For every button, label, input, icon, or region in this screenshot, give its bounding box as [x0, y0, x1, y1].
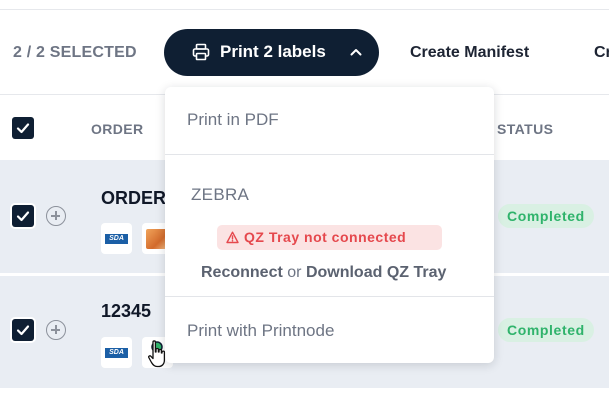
- checkmark-icon: [16, 211, 30, 222]
- orders-page: 2 / 2 SELECTED Print 2 labels Create Man…: [0, 0, 609, 413]
- checkmark-icon: [16, 325, 30, 336]
- reconnect-link[interactable]: Reconnect: [201, 264, 283, 281]
- select-all-checkbox[interactable]: [12, 117, 34, 139]
- checkmark-icon: [16, 123, 30, 134]
- status-badge: Completed: [498, 318, 594, 342]
- printer-icon: [192, 43, 210, 61]
- expand-row-icon[interactable]: [46, 320, 66, 340]
- menu-divider: [165, 296, 494, 297]
- qz-tray-actions: Reconnect or Download QZ Tray: [201, 264, 446, 282]
- column-header-order[interactable]: ORDER: [91, 121, 144, 137]
- carrier-logo-text: SDA: [105, 348, 128, 358]
- or-text: or: [287, 264, 302, 281]
- order-number[interactable]: 12345: [101, 301, 151, 322]
- download-qz-tray-link[interactable]: Download QZ Tray: [306, 264, 446, 281]
- order-number[interactable]: ORDER: [101, 188, 166, 209]
- create-manifest-button[interactable]: Create Manifest: [410, 44, 529, 62]
- expand-row-icon[interactable]: [46, 206, 66, 226]
- print-pdf-option[interactable]: Print in PDF: [187, 110, 279, 130]
- carrier-logo-text: SDA: [105, 234, 128, 244]
- carrier-logo: SDA: [101, 337, 132, 368]
- qz-tray-warning-text: QZ Tray not connected: [244, 229, 407, 245]
- print-options-dropdown: Print in PDF ZEBRA QZ Tray not connected…: [165, 87, 494, 363]
- zebra-printer-label: ZEBRA: [191, 185, 250, 204]
- bulk-action-toolbar: 2 / 2 SELECTED Print 2 labels Create Man…: [0, 10, 609, 95]
- hand-pointer-cursor-icon: [148, 340, 166, 368]
- qz-tray-warning: QZ Tray not connected: [217, 225, 442, 250]
- warning-triangle-icon: [226, 231, 239, 244]
- status-badge: Completed: [498, 204, 594, 228]
- print-labels-label: Print 2 labels: [220, 42, 326, 61]
- column-header-status[interactable]: STATUS: [497, 121, 553, 137]
- row-checkbox[interactable]: [12, 205, 34, 227]
- page-bottom: [0, 388, 609, 413]
- top-strip: [0, 0, 609, 10]
- selection-count: 2 / 2 SELECTED: [13, 44, 137, 61]
- print-printnode-option[interactable]: Print with Printnode: [187, 321, 334, 341]
- menu-divider: [165, 154, 494, 155]
- carrier-logo: SDA: [101, 223, 132, 254]
- truncated-toolbar-button[interactable]: Cr: [594, 44, 609, 62]
- print-labels-button[interactable]: Print 2 labels: [164, 29, 379, 76]
- row-checkbox[interactable]: [12, 319, 34, 341]
- chevron-up-icon: [350, 49, 362, 56]
